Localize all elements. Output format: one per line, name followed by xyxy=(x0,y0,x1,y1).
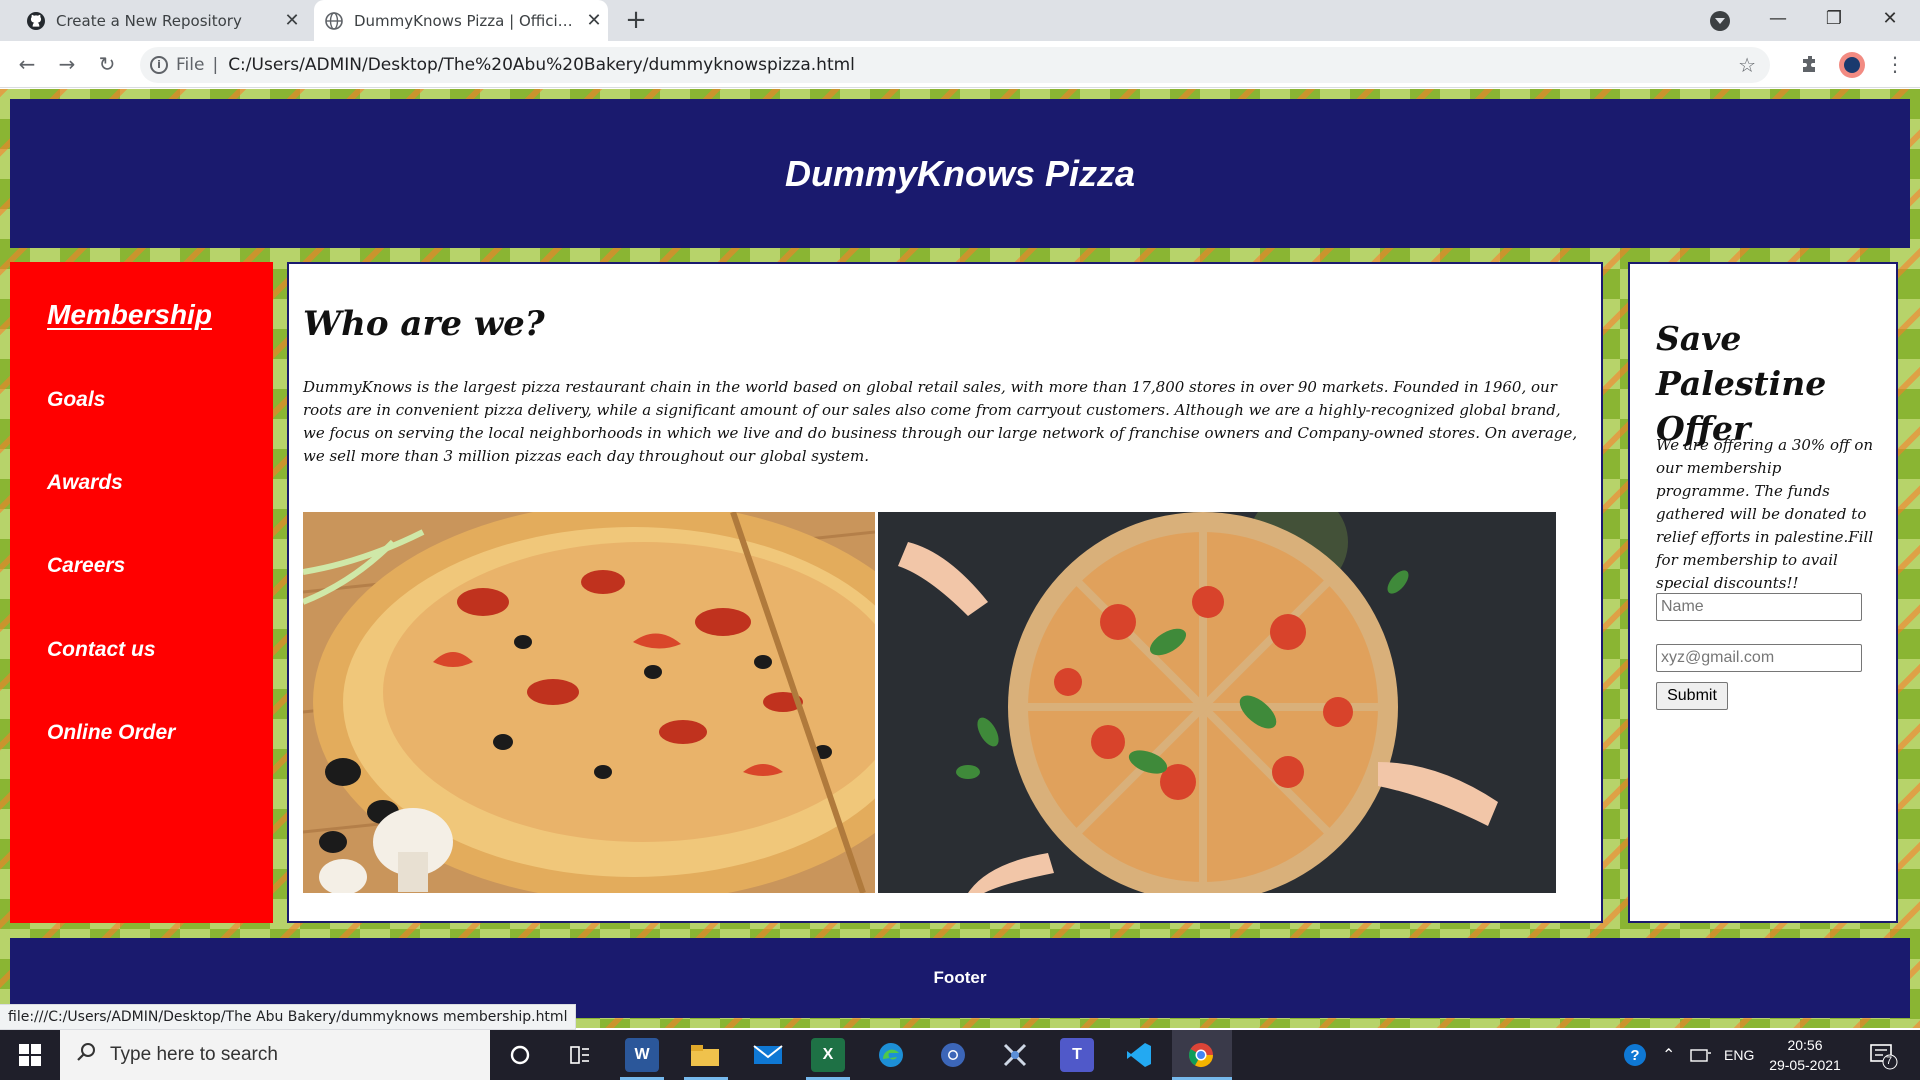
reload-icon[interactable]: ↻ xyxy=(92,49,122,79)
search-icon xyxy=(76,1042,96,1068)
network-icon[interactable] xyxy=(1690,1030,1712,1080)
site-title: DummyKnows Pizza xyxy=(784,152,1136,194)
nav-online-order[interactable]: Online Order xyxy=(47,721,175,745)
promo-panel: Save Palestine Offer We are offering a 3… xyxy=(1628,262,1898,923)
snipping-icon[interactable] xyxy=(998,1038,1032,1072)
nav-careers[interactable]: Careers xyxy=(47,554,125,578)
close-tab-icon[interactable]: ✕ xyxy=(278,10,306,31)
notification-icon[interactable]: 7 xyxy=(1868,1030,1898,1080)
back-icon[interactable]: ← xyxy=(12,49,42,79)
file-explorer-icon[interactable] xyxy=(688,1038,722,1072)
teams-icon[interactable]: T xyxy=(1060,1038,1094,1072)
profile-avatar[interactable] xyxy=(1838,51,1866,83)
language-indicator[interactable]: ENG xyxy=(1724,1030,1754,1080)
minimize-button[interactable]: — xyxy=(1750,0,1806,41)
forward-icon[interactable]: → xyxy=(52,49,82,79)
windows-start-icon[interactable] xyxy=(0,1030,60,1080)
address-separator: | xyxy=(212,55,219,75)
vscode-icon[interactable] xyxy=(1122,1038,1156,1072)
web-page: DummyKnows Pizza Membership Goals Awards… xyxy=(0,89,1920,1028)
excel-icon[interactable]: X xyxy=(811,1038,845,1072)
promo-text: We are offering a 30% off on our members… xyxy=(1656,436,1874,592)
browser-toolbar: ← → ↻ i File | C:/Users/ADMIN/Desktop/Th… xyxy=(0,41,1920,88)
chrome-icon[interactable] xyxy=(1184,1038,1218,1072)
nav-goals[interactable]: Goals xyxy=(47,388,105,412)
nav-awards[interactable]: Awards xyxy=(47,471,123,495)
github-icon xyxy=(26,11,46,31)
clock-time: 20:56 xyxy=(1787,1037,1823,1053)
main-content: Who are we? DummyKnows is the largest pi… xyxy=(287,262,1603,923)
edge-icon[interactable] xyxy=(874,1038,908,1072)
browser-tab-strip: Create a New Repository ✕ DummyKnows Piz… xyxy=(0,0,1920,41)
address-scheme: File xyxy=(176,55,205,75)
taskbar-search[interactable]: Type here to search xyxy=(60,1030,490,1080)
pizza-photo-dark-table xyxy=(878,512,1556,893)
mail-icon[interactable] xyxy=(751,1038,785,1072)
tray-chevron-icon[interactable]: ⌃ xyxy=(1662,1030,1675,1080)
task-view-icon[interactable] xyxy=(563,1038,597,1072)
search-placeholder: Type here to search xyxy=(110,1044,278,1065)
nav-membership[interactable]: Membership xyxy=(47,299,212,331)
cortana-icon[interactable] xyxy=(503,1038,537,1072)
bookmark-star-icon[interactable]: ☆ xyxy=(1738,53,1756,77)
side-nav: Membership Goals Awards Careers Contact … xyxy=(10,262,273,923)
extensions-icon[interactable] xyxy=(1800,54,1820,78)
name-field[interactable] xyxy=(1656,593,1862,621)
tab-title: Create a New Repository xyxy=(56,11,242,30)
email-field[interactable] xyxy=(1656,644,1862,672)
taskbar-clock[interactable]: 20:56 29-05-2021 xyxy=(1762,1035,1848,1075)
globe-icon xyxy=(324,11,344,31)
link-status-bubble: file:///C:/Users/ADMIN/Desktop/The Abu B… xyxy=(0,1004,577,1030)
word-icon[interactable]: W xyxy=(625,1038,659,1072)
address-url: C:/Users/ADMIN/Desktop/The%20Abu%20Baker… xyxy=(228,55,855,75)
chrome-canary-icon[interactable] xyxy=(936,1038,970,1072)
section-heading: Who are we? xyxy=(303,304,545,344)
info-icon[interactable]: i xyxy=(150,56,168,74)
tab-title: DummyKnows Pizza | Official Website xyxy=(354,11,580,30)
maximize-button[interactable]: ❐ xyxy=(1806,0,1862,41)
windows-taskbar: Type here to search W X T ? ⌃ ENG 20:56 xyxy=(0,1030,1920,1080)
help-icon[interactable]: ? xyxy=(1622,1030,1648,1080)
new-tab-button[interactable]: + xyxy=(620,4,652,36)
clock-date: 29-05-2021 xyxy=(1769,1057,1841,1073)
close-tab-icon[interactable]: ✕ xyxy=(580,10,608,31)
tab-create-repository[interactable]: Create a New Repository ✕ xyxy=(16,0,306,41)
pizza-photo-wooden-table xyxy=(303,512,875,893)
about-text: DummyKnows is the largest pizza restaura… xyxy=(303,378,1578,465)
tab-dummyknows-pizza[interactable]: DummyKnows Pizza | Official Website ✕ xyxy=(314,0,608,41)
site-header: DummyKnows Pizza xyxy=(10,99,1910,248)
svg-text:?: ? xyxy=(1630,1047,1639,1064)
notification-count: 7 xyxy=(1886,1055,1893,1067)
address-bar[interactable]: i File | C:/Users/ADMIN/Desktop/The%20Ab… xyxy=(140,47,1770,83)
footer-text: Footer xyxy=(933,968,987,987)
close-window-button[interactable]: ✕ xyxy=(1862,0,1918,41)
submit-button[interactable]: Submit xyxy=(1656,682,1728,710)
tab-search-icon[interactable] xyxy=(1710,11,1730,31)
promo-heading: Save Palestine Offer xyxy=(1656,319,1827,448)
nav-contact-us[interactable]: Contact us xyxy=(47,638,156,662)
browser-menu-icon[interactable]: ⋮ xyxy=(1880,49,1910,79)
